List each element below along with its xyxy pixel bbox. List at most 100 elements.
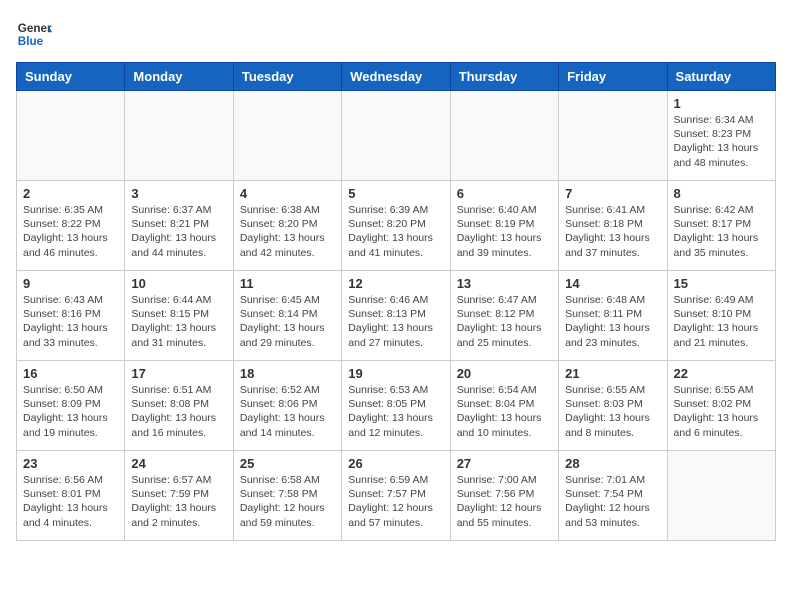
calendar-cell: 22 Sunrise: 6:55 AM Sunset: 8:02 PM Dayli… — [667, 361, 775, 451]
day-number: 22 — [674, 366, 769, 381]
day-info: Sunrise: 7:01 AM Sunset: 7:54 PM Dayligh… — [565, 473, 660, 530]
day-info: Sunrise: 6:59 AM Sunset: 7:57 PM Dayligh… — [348, 473, 443, 530]
calendar-cell: 1 Sunrise: 6:34 AM Sunset: 8:23 PM Daylig… — [667, 91, 775, 181]
day-number: 11 — [240, 276, 335, 291]
calendar-cell: 2 Sunrise: 6:35 AM Sunset: 8:22 PM Daylig… — [17, 181, 125, 271]
calendar-cell: 11 Sunrise: 6:45 AM Sunset: 8:14 PM Dayli… — [233, 271, 341, 361]
calendar-cell: 10 Sunrise: 6:44 AM Sunset: 8:15 PM Dayli… — [125, 271, 233, 361]
svg-text:Blue: Blue — [18, 35, 44, 48]
day-number: 21 — [565, 366, 660, 381]
calendar-cell: 24 Sunrise: 6:57 AM Sunset: 7:59 PM Dayli… — [125, 451, 233, 541]
weekday-header-wednesday: Wednesday — [342, 63, 450, 91]
calendar-cell: 5Sunrise: 6:39 AM Sunset: 8:20 PM Daylig… — [342, 181, 450, 271]
day-info: Sunrise: 6:55 AM Sunset: 8:02 PM Dayligh… — [674, 383, 769, 440]
day-number: 14 — [565, 276, 660, 291]
day-info: Sunrise: 6:54 AM Sunset: 8:04 PM Dayligh… — [457, 383, 552, 440]
day-number: 27 — [457, 456, 552, 471]
day-info: Sunrise: 6:58 AM Sunset: 7:58 PM Dayligh… — [240, 473, 335, 530]
day-info: Sunrise: 6:49 AM Sunset: 8:10 PM Dayligh… — [674, 293, 769, 350]
day-number: 18 — [240, 366, 335, 381]
page-header: General Blue — [16, 16, 776, 52]
day-number: 20 — [457, 366, 552, 381]
calendar-cell: 15 Sunrise: 6:49 AM Sunset: 8:10 PM Dayli… — [667, 271, 775, 361]
weekday-header-tuesday: Tuesday — [233, 63, 341, 91]
svg-text:General: General — [18, 22, 52, 35]
calendar-cell: 27 Sunrise: 7:00 AM Sunset: 7:56 PM Dayli… — [450, 451, 558, 541]
day-number: 17 — [131, 366, 226, 381]
weekday-header-friday: Friday — [559, 63, 667, 91]
calendar-cell: 26 Sunrise: 6:59 AM Sunset: 7:57 PM Dayli… — [342, 451, 450, 541]
day-info: Sunrise: 6:42 AM Sunset: 8:17 PM Dayligh… — [674, 203, 769, 260]
day-info: Sunrise: 7:00 AM Sunset: 7:56 PM Dayligh… — [457, 473, 552, 530]
weekday-header-thursday: Thursday — [450, 63, 558, 91]
day-number: 25 — [240, 456, 335, 471]
day-info: Sunrise: 6:41 AM Sunset: 8:18 PM Dayligh… — [565, 203, 660, 260]
day-number: 23 — [23, 456, 118, 471]
calendar-cell: 19 Sunrise: 6:53 AM Sunset: 8:05 PM Dayli… — [342, 361, 450, 451]
day-number: 26 — [348, 456, 443, 471]
day-number: 4 — [240, 186, 335, 201]
day-number: 9 — [23, 276, 118, 291]
calendar-cell: 8 Sunrise: 6:42 AM Sunset: 8:17 PM Daylig… — [667, 181, 775, 271]
day-number: 19 — [348, 366, 443, 381]
calendar-week-2: 9 Sunrise: 6:43 AM Sunset: 8:16 PM Daylig… — [17, 271, 776, 361]
day-number: 13 — [457, 276, 552, 291]
day-number: 3 — [131, 186, 226, 201]
day-info: Sunrise: 6:37 AM Sunset: 8:21 PM Dayligh… — [131, 203, 226, 260]
calendar-cell: 18 Sunrise: 6:52 AM Sunset: 8:06 PM Dayli… — [233, 361, 341, 451]
day-info: Sunrise: 6:56 AM Sunset: 8:01 PM Dayligh… — [23, 473, 118, 530]
calendar-cell — [667, 451, 775, 541]
day-number: 2 — [23, 186, 118, 201]
calendar-cell — [233, 91, 341, 181]
day-info: Sunrise: 6:43 AM Sunset: 8:16 PM Dayligh… — [23, 293, 118, 350]
calendar-cell: 14 Sunrise: 6:48 AM Sunset: 8:11 PM Dayli… — [559, 271, 667, 361]
calendar-cell: 16 Sunrise: 6:50 AM Sunset: 8:09 PM Dayli… — [17, 361, 125, 451]
day-number: 24 — [131, 456, 226, 471]
day-info: Sunrise: 6:35 AM Sunset: 8:22 PM Dayligh… — [23, 203, 118, 260]
day-number: 16 — [23, 366, 118, 381]
calendar-cell: 17 Sunrise: 6:51 AM Sunset: 8:08 PM Dayli… — [125, 361, 233, 451]
calendar-cell: 20 Sunrise: 6:54 AM Sunset: 8:04 PM Dayli… — [450, 361, 558, 451]
calendar-cell: 25 Sunrise: 6:58 AM Sunset: 7:58 PM Dayli… — [233, 451, 341, 541]
day-info: Sunrise: 6:48 AM Sunset: 8:11 PM Dayligh… — [565, 293, 660, 350]
day-info: Sunrise: 6:51 AM Sunset: 8:08 PM Dayligh… — [131, 383, 226, 440]
calendar-cell — [17, 91, 125, 181]
day-info: Sunrise: 6:52 AM Sunset: 8:06 PM Dayligh… — [240, 383, 335, 440]
weekday-header-row: SundayMondayTuesdayWednesdayThursdayFrid… — [17, 63, 776, 91]
calendar-cell: 21Sunrise: 6:55 AM Sunset: 8:03 PM Dayli… — [559, 361, 667, 451]
calendar-cell: 9 Sunrise: 6:43 AM Sunset: 8:16 PM Daylig… — [17, 271, 125, 361]
day-number: 5 — [348, 186, 443, 201]
calendar-cell: 6Sunrise: 6:40 AM Sunset: 8:19 PM Daylig… — [450, 181, 558, 271]
day-number: 1 — [674, 96, 769, 111]
day-number: 15 — [674, 276, 769, 291]
day-info: Sunrise: 6:38 AM Sunset: 8:20 PM Dayligh… — [240, 203, 335, 260]
weekday-header-sunday: Sunday — [17, 63, 125, 91]
calendar-cell: 23 Sunrise: 6:56 AM Sunset: 8:01 PM Dayli… — [17, 451, 125, 541]
day-info: Sunrise: 6:50 AM Sunset: 8:09 PM Dayligh… — [23, 383, 118, 440]
day-info: Sunrise: 6:40 AM Sunset: 8:19 PM Dayligh… — [457, 203, 552, 260]
day-info: Sunrise: 6:53 AM Sunset: 8:05 PM Dayligh… — [348, 383, 443, 440]
day-info: Sunrise: 6:44 AM Sunset: 8:15 PM Dayligh… — [131, 293, 226, 350]
day-info: Sunrise: 6:45 AM Sunset: 8:14 PM Dayligh… — [240, 293, 335, 350]
calendar-cell: 28 Sunrise: 7:01 AM Sunset: 7:54 PM Dayli… — [559, 451, 667, 541]
weekday-header-saturday: Saturday — [667, 63, 775, 91]
calendar-cell — [342, 91, 450, 181]
calendar-cell: 3 Sunrise: 6:37 AM Sunset: 8:21 PM Daylig… — [125, 181, 233, 271]
calendar-cell — [559, 91, 667, 181]
calendar-cell: 7 Sunrise: 6:41 AM Sunset: 8:18 PM Daylig… — [559, 181, 667, 271]
calendar-cell — [125, 91, 233, 181]
day-number: 8 — [674, 186, 769, 201]
day-info: Sunrise: 6:46 AM Sunset: 8:13 PM Dayligh… — [348, 293, 443, 350]
calendar-cell: 12Sunrise: 6:46 AM Sunset: 8:13 PM Dayli… — [342, 271, 450, 361]
calendar-cell: 13Sunrise: 6:47 AM Sunset: 8:12 PM Dayli… — [450, 271, 558, 361]
day-number: 10 — [131, 276, 226, 291]
day-number: 7 — [565, 186, 660, 201]
calendar-cell — [450, 91, 558, 181]
calendar-week-4: 23 Sunrise: 6:56 AM Sunset: 8:01 PM Dayli… — [17, 451, 776, 541]
day-info: Sunrise: 6:57 AM Sunset: 7:59 PM Dayligh… — [131, 473, 226, 530]
logo: General Blue — [16, 16, 52, 52]
day-number: 28 — [565, 456, 660, 471]
calendar-table: SundayMondayTuesdayWednesdayThursdayFrid… — [16, 62, 776, 541]
calendar-cell: 4 Sunrise: 6:38 AM Sunset: 8:20 PM Daylig… — [233, 181, 341, 271]
day-info: Sunrise: 6:34 AM Sunset: 8:23 PM Dayligh… — [674, 113, 769, 170]
